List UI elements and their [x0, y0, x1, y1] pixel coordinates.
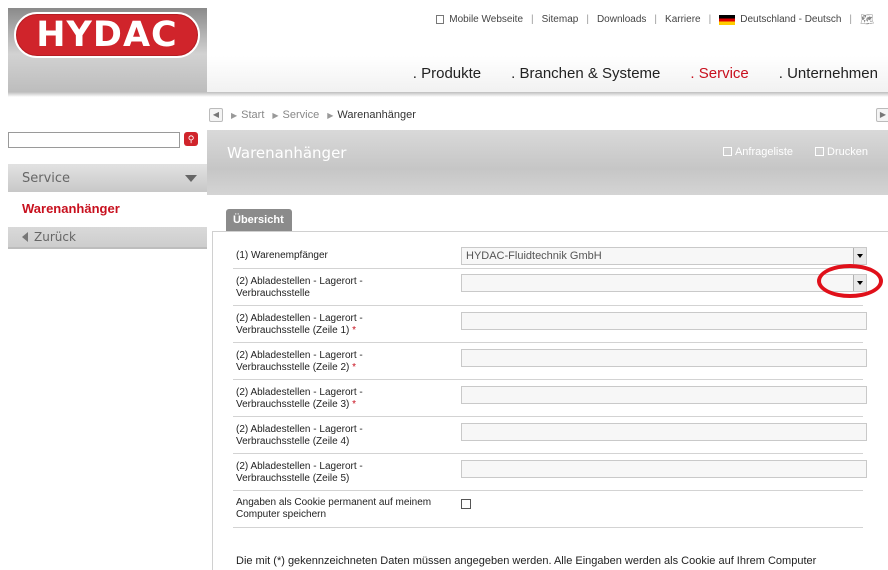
breadcrumb-service[interactable]: Service [283, 109, 320, 121]
top-navigation: Mobile Webseite | Sitemap | Downloads | … [436, 14, 876, 25]
drucken-label: Drucken [827, 146, 868, 158]
header-shadow [8, 92, 888, 97]
label-line: Verbrauchsstelle (Zeile 1) [236, 325, 350, 336]
warenempfaenger-label: (1) Warenempfänger [236, 250, 328, 261]
form-row-abladestelle: (2) Abladestellen - Lagerort - Verbrauch… [233, 269, 867, 306]
search-icon[interactable]: ⚲ [184, 132, 198, 146]
chevron-right-icon: ▶ [327, 110, 334, 120]
breadcrumb-current: Warenanhänger [337, 109, 416, 121]
sidebar-item-warenanhaenger[interactable]: Warenanhänger [8, 197, 207, 219]
chevron-right-icon: ▶ [272, 110, 279, 120]
label-line: Verbrauchsstelle (Zeile 3) [236, 399, 350, 410]
german-flag-icon [719, 14, 736, 25]
anfrageliste-link[interactable]: Anfrageliste [722, 146, 794, 158]
main-navigation: . Produkte . Branchen & Systeme . Servic… [383, 65, 878, 82]
zeile-1-input[interactable] [461, 312, 867, 330]
zeile-1-label: (2) Abladestellen - Lagerort - Verbrauch… [236, 313, 363, 337]
nav-unternehmen[interactable]: . Unternehmen [779, 65, 878, 82]
anfrageliste-label: Anfrageliste [734, 146, 794, 158]
page-title: Warenanhänger [227, 144, 347, 162]
chevron-right-icon: ▶ [231, 110, 238, 120]
label-line: (2) Abladestellen - Lagerort - [236, 461, 363, 472]
downloads-link[interactable]: Downloads [597, 14, 646, 25]
form-row-cookie: Angaben als Cookie permanent auf meinem … [233, 491, 863, 528]
required-fields-note: Die mit (*) gekennzeichneten Daten müsse… [236, 555, 817, 567]
abladestelle-label: (2) Abladestellen - Lagerort - Verbrauch… [236, 276, 363, 300]
tab-uebersicht[interactable]: Übersicht [226, 209, 292, 231]
page-actions: Anfrageliste Drucken [722, 146, 868, 158]
zeile-5-input[interactable] [461, 460, 867, 478]
label-line: (2) Abladestellen - Lagerort - [236, 276, 363, 287]
separator: | [531, 14, 534, 25]
label-line: Angaben als Cookie permanent auf meinem [236, 497, 432, 508]
label-line: (2) Abladestellen - Lagerort - [236, 424, 363, 435]
abladestelle-select[interactable] [461, 274, 867, 292]
form-row-zeile-2: (2) Abladestellen - Lagerort - Verbrauch… [233, 343, 867, 380]
label-line: Verbrauchsstelle (Zeile 4) [236, 436, 350, 447]
separator: | [654, 14, 658, 25]
warenempfaenger-value: HYDAC-Fluidtechnik GmbH [466, 250, 602, 262]
label-line: Verbrauchsstelle (Zeile 5) [236, 473, 350, 484]
cookie-label: Angaben als Cookie permanent auf meinem … [236, 497, 431, 521]
label-line: (2) Abladestellen - Lagerort - [236, 313, 363, 324]
breadcrumb: ◀ ▶ Start ▶ Service ▶ Warenanhänger [209, 108, 416, 122]
search-input[interactable] [8, 132, 180, 148]
label-line: Verbrauchsstelle (Zeile 2) [236, 362, 350, 373]
label-line: Computer speichern [236, 509, 327, 520]
form-row-zeile-3: (2) Abladestellen - Lagerort - Verbrauch… [233, 380, 867, 417]
mobile-website-link[interactable]: Mobile Webseite [449, 14, 523, 25]
zeile-2-input[interactable] [461, 349, 867, 367]
list-icon [722, 147, 732, 156]
sitemap-link[interactable]: Sitemap [542, 14, 579, 25]
label-line: Verbrauchsstelle [236, 288, 310, 299]
zeile-4-label: (2) Abladestellen - Lagerort - Verbrauch… [236, 424, 363, 448]
form-row-zeile-4: (2) Abladestellen - Lagerort - Verbrauch… [233, 417, 867, 454]
country-language-link[interactable]: Deutschland - Deutsch [740, 14, 841, 25]
zeile-4-input[interactable] [461, 423, 867, 441]
nav-branchen-systeme[interactable]: . Branchen & Systeme [511, 65, 660, 82]
page-title-bar: Warenanhänger Anfrageliste Drucken [207, 130, 888, 195]
required-marker: * [352, 399, 357, 410]
breadcrumb-back-icon[interactable]: ◀ [209, 108, 223, 122]
label-line: (2) Abladestellen - Lagerort - [236, 350, 363, 361]
breadcrumb-forward-icon[interactable]: ▶ [876, 108, 888, 122]
nav-produkte[interactable]: . Produkte [413, 65, 481, 82]
warenempfaenger-select[interactable]: HYDAC-Fluidtechnik GmbH [461, 247, 867, 265]
back-arrow-icon [22, 232, 28, 242]
breadcrumb-start[interactable]: Start [241, 109, 264, 121]
form-row-zeile-5: (2) Abladestellen - Lagerort - Verbrauch… [233, 454, 867, 491]
separator: | [849, 14, 852, 25]
nav-service[interactable]: . Service [690, 65, 748, 82]
dropdown-arrow-icon[interactable] [853, 248, 866, 264]
cookie-checkbox[interactable] [461, 499, 471, 509]
form-row-zeile-1: (2) Abladestellen - Lagerort - Verbrauch… [233, 306, 867, 343]
chevron-down-icon [185, 174, 197, 182]
sidebar-section-header[interactable]: Service [8, 164, 207, 192]
label-line: (2) Abladestellen - Lagerort - [236, 387, 363, 398]
logo-text: HYDAC [36, 15, 178, 55]
zeile-2-label: (2) Abladestellen - Lagerort - Verbrauch… [236, 350, 363, 374]
separator: | [708, 14, 712, 25]
sidebar-section-label: Service [22, 170, 71, 186]
mobile-icon [436, 15, 445, 24]
required-marker: * [352, 325, 357, 336]
world-map-icon[interactable]: 🗺 [860, 14, 876, 25]
required-marker: * [352, 362, 357, 373]
logo-area[interactable]: HYDAC [8, 8, 207, 92]
sidebar-item-label: Warenanhänger [22, 200, 120, 216]
karriere-link[interactable]: Karriere [665, 14, 701, 25]
search-box: ⚲ [8, 132, 198, 148]
separator: | [586, 14, 589, 25]
form-row-warenempfaenger: (1) Warenempfänger HYDAC-Fluidtechnik Gm… [233, 243, 867, 269]
zeile-5-label: (2) Abladestellen - Lagerort - Verbrauch… [236, 461, 363, 485]
zeile-3-input[interactable] [461, 386, 867, 404]
zeile-3-label: (2) Abladestellen - Lagerort - Verbrauch… [236, 387, 363, 411]
printer-icon [815, 147, 825, 156]
drucken-link[interactable]: Drucken [815, 146, 868, 158]
sidebar-back-label: Zurück [34, 230, 76, 244]
sidebar-back-button[interactable]: Zurück [8, 227, 207, 249]
hydac-logo[interactable]: HYDAC [14, 12, 200, 58]
highlight-circle [817, 264, 883, 298]
